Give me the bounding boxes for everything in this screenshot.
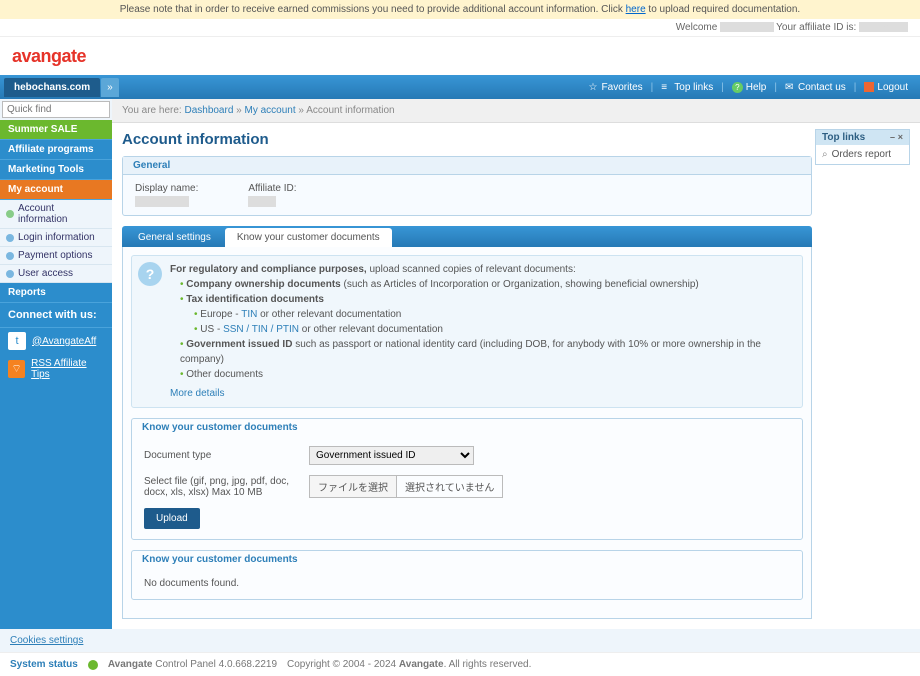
topbar: hebochans.com » Favorites| Top links| ?H… bbox=[0, 75, 920, 99]
sidebar-item-reports[interactable]: Reports bbox=[0, 283, 112, 303]
doctype-select[interactable]: Government issued ID bbox=[309, 446, 474, 465]
display-name-value: x bbox=[135, 196, 189, 207]
ssn-link[interactable]: SSN / TIN / PTIN bbox=[223, 324, 299, 335]
tin-link[interactable]: TIN bbox=[241, 309, 257, 320]
connect-title: Connect with us: bbox=[0, 303, 112, 328]
sidebar-item-sale[interactable]: Summer SALE bbox=[0, 120, 112, 140]
cookies-link[interactable]: Cookies settings bbox=[10, 635, 83, 646]
footer: System status Avangate Control Panel 4.0… bbox=[0, 652, 920, 676]
header: avangate bbox=[0, 37, 920, 75]
sub-account-info[interactable]: Account information bbox=[0, 200, 112, 229]
toplinks-title: Top links bbox=[822, 132, 865, 143]
affid-value: x bbox=[248, 196, 276, 207]
sub-user-access[interactable]: User access bbox=[0, 265, 112, 283]
no-docs-msg: No documents found. bbox=[132, 568, 802, 599]
notice-text-after: to upload required documentation. bbox=[646, 4, 801, 15]
dot-icon bbox=[6, 210, 14, 218]
nav-contact[interactable]: Contact us bbox=[785, 82, 846, 93]
sidebar: Summer SALE Affiliate programs Marketing… bbox=[0, 99, 112, 629]
connect-twitter[interactable]: t@AvangateAff bbox=[0, 328, 112, 354]
nav-help[interactable]: ?Help bbox=[732, 82, 767, 93]
welcome-affid: xx bbox=[859, 22, 908, 32]
info-box: ? For regulatory and compliance purposes… bbox=[131, 255, 803, 408]
star-icon bbox=[589, 82, 599, 92]
tab-kyc[interactable]: Know your customer documents bbox=[225, 228, 392, 247]
list-icon bbox=[661, 82, 671, 92]
bc-current: Account information bbox=[306, 105, 394, 116]
dot-icon bbox=[6, 234, 14, 242]
toplinks-close[interactable]: × bbox=[898, 132, 903, 142]
tabs: General settings Know your customer docu… bbox=[122, 226, 812, 247]
dot-icon bbox=[6, 270, 14, 278]
sidebar-item-affiliate[interactable]: Affiliate programs bbox=[0, 140, 112, 160]
bc-myaccount[interactable]: My account bbox=[245, 105, 296, 116]
sub-payment[interactable]: Payment options bbox=[0, 247, 112, 265]
notice-link[interactable]: here bbox=[626, 4, 646, 15]
logout-icon bbox=[864, 82, 874, 92]
info-icon: ? bbox=[138, 262, 162, 286]
display-name-label: Display name: bbox=[135, 183, 198, 194]
status-icon bbox=[88, 660, 98, 670]
kyc-upload-panel: Know your customer documents Document ty… bbox=[131, 418, 803, 540]
welcome-user: xxx bbox=[720, 22, 774, 32]
upload-button[interactable]: Upload bbox=[144, 508, 200, 529]
toplinks-panel: Top links – × Orders report bbox=[815, 129, 910, 165]
toplinks-item[interactable]: Orders report bbox=[822, 149, 903, 160]
nav-favorites[interactable]: Favorites bbox=[589, 82, 643, 93]
sub-login-info[interactable]: Login information bbox=[0, 229, 112, 247]
doctype-label: Document type bbox=[144, 450, 309, 461]
breadcrumb: You are here: Dashboard » My account » A… bbox=[112, 99, 920, 123]
sidebar-item-myaccount[interactable]: My account bbox=[0, 180, 112, 200]
system-status[interactable]: System status bbox=[10, 659, 78, 670]
rss-icon: ⌔ bbox=[8, 360, 25, 378]
quickfind bbox=[0, 99, 112, 120]
file-label: Select file (gif, png, jpg, pdf, doc, do… bbox=[144, 476, 309, 498]
logo: avangate bbox=[12, 46, 86, 67]
sidebar-item-marketing[interactable]: Marketing Tools bbox=[0, 160, 112, 180]
kyc-list-panel: Know your customer documents No document… bbox=[131, 550, 803, 600]
toplinks-min[interactable]: – bbox=[890, 132, 895, 142]
twitter-icon: t bbox=[8, 332, 26, 350]
help-icon: ? bbox=[732, 82, 743, 93]
quickfind-input[interactable] bbox=[2, 101, 110, 118]
tab-general[interactable]: General settings bbox=[126, 228, 223, 247]
nav-logout[interactable]: Logout bbox=[864, 82, 908, 93]
mail-icon bbox=[785, 82, 795, 92]
general-panel: General Display name: x Affiliate ID: x bbox=[122, 156, 812, 216]
search-icon bbox=[822, 149, 828, 160]
welcome-bar: Welcome xxx Your affiliate ID is: xx bbox=[0, 19, 920, 37]
connect-rss[interactable]: ⌔RSS Affiliate Tips bbox=[0, 354, 112, 384]
affid-label: Affiliate ID: bbox=[248, 183, 296, 194]
dot-icon bbox=[6, 252, 14, 260]
notice-bar: Please note that in order to receive ear… bbox=[0, 0, 920, 19]
page-title: Account information bbox=[122, 131, 910, 148]
more-details-link[interactable]: More details bbox=[170, 386, 224, 401]
general-header: General bbox=[123, 157, 811, 175]
site-tab-add[interactable]: » bbox=[101, 78, 119, 97]
notice-text: Please note that in order to receive ear… bbox=[120, 4, 626, 15]
bc-dashboard[interactable]: Dashboard bbox=[184, 105, 233, 116]
nav-toplinks[interactable]: Top links bbox=[661, 82, 713, 93]
file-input[interactable]: ファイルを選択選択されていません bbox=[309, 475, 503, 498]
site-tab[interactable]: hebochans.com bbox=[4, 78, 100, 97]
